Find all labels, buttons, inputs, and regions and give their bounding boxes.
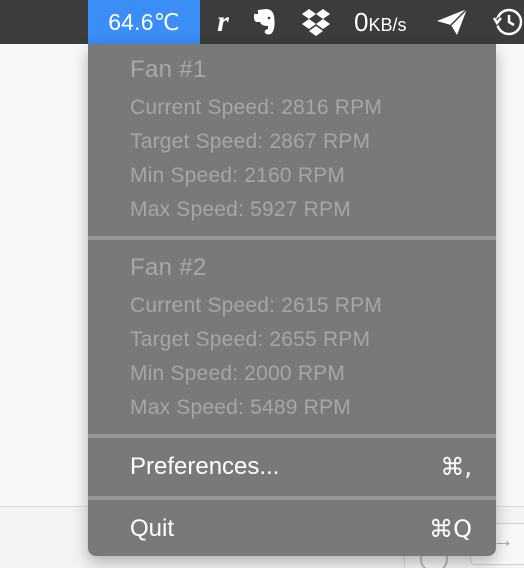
dropbox-icon[interactable] <box>296 0 336 44</box>
fan-1-min-speed: Min Speed: 2160 RPM <box>130 164 346 187</box>
fan-1-max-speed: Max Speed: 5927 RPM <box>130 198 351 221</box>
menu-separator <box>88 496 496 500</box>
fan-1-title: Fan #1 <box>130 56 207 83</box>
fan-2-target-speed: Target Speed: 2655 RPM <box>130 328 371 351</box>
quit-shortcut: ⌘Q <box>429 515 472 543</box>
preferences-label: Preferences... <box>130 453 280 480</box>
network-speed-unit: KB/s <box>368 15 407 35</box>
r-icon[interactable]: r <box>208 0 238 44</box>
fan-2-title: Fan #2 <box>130 254 207 281</box>
menu-separator <box>88 236 496 240</box>
quit-label: Quit <box>130 515 175 542</box>
fan-status-menu: Fan #1 Current Speed: 2816 RPM Target Sp… <box>88 44 496 556</box>
fan-2-max-speed: Max Speed: 5489 RPM <box>130 396 351 419</box>
evernote-icon[interactable] <box>248 0 282 44</box>
fan-2-min-speed: Min Speed: 2000 RPM <box>130 362 346 385</box>
menu-separator <box>88 434 496 438</box>
preferences-shortcut: ⌘, <box>440 453 472 481</box>
preferences-menu-item[interactable]: Preferences... ⌘, <box>88 440 496 494</box>
fan-1-current-speed: Current Speed: 2816 RPM <box>130 96 383 119</box>
network-speed-value: 0 <box>354 7 369 37</box>
time-machine-icon[interactable] <box>488 0 524 44</box>
quit-menu-item[interactable]: Quit ⌘Q <box>88 502 496 556</box>
screen: → 64.6℃ r 0KB/s Fan #1 Current Speed: 28… <box>0 0 524 568</box>
temperature-status-item[interactable]: 64.6℃ <box>88 0 200 44</box>
menu-bar: 64.6℃ r 0KB/s <box>0 0 524 44</box>
fan-2-current-speed: Current Speed: 2615 RPM <box>130 294 383 317</box>
fan-1-target-speed: Target Speed: 2867 RPM <box>130 130 371 153</box>
network-speed-item[interactable]: 0KB/s <box>354 0 406 44</box>
send-icon[interactable] <box>432 0 472 44</box>
